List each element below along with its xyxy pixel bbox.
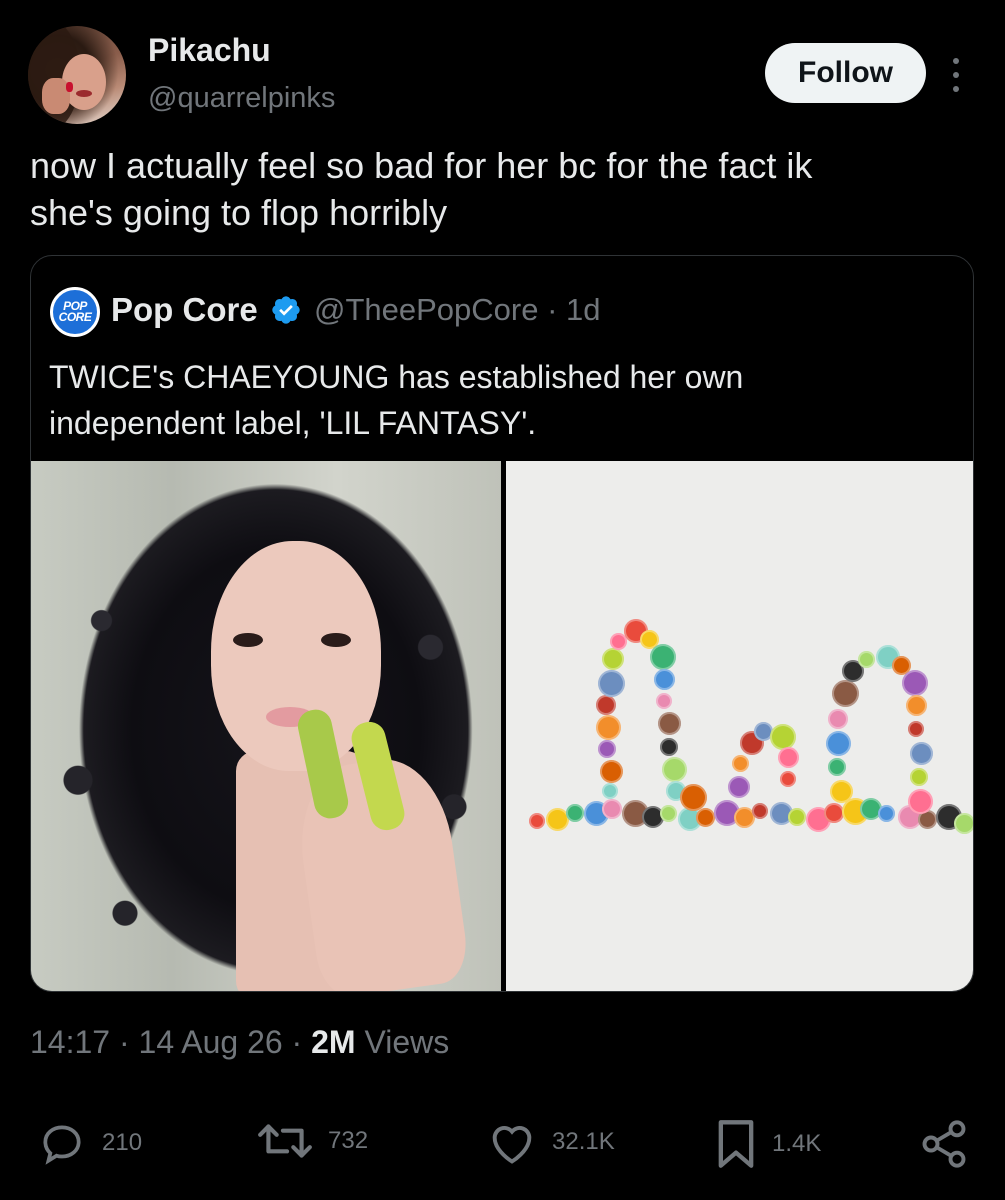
quoted-text: TWICE's CHAEYOUNG has established her ow… bbox=[49, 359, 744, 441]
bookmark-count: 1.4K bbox=[772, 1130, 822, 1157]
button-bead bbox=[660, 804, 677, 822]
button-bead bbox=[826, 730, 851, 756]
button-bead bbox=[566, 804, 584, 822]
quoted-handle-time[interactable]: @TheePopCore · 1d bbox=[314, 292, 601, 328]
follow-button[interactable]: Follow bbox=[765, 43, 926, 103]
tweet-meta: 14:17 · 14 Aug 26 · 2M Views bbox=[30, 1024, 449, 1061]
button-bead bbox=[658, 711, 681, 735]
button-bead bbox=[908, 721, 924, 737]
button-bead bbox=[732, 754, 749, 772]
button-bead bbox=[696, 807, 715, 827]
button-bead bbox=[529, 813, 545, 829]
button-bead bbox=[602, 648, 624, 670]
views-count: 2M bbox=[311, 1024, 356, 1060]
bookmark-icon bbox=[718, 1120, 754, 1168]
button-bead bbox=[832, 679, 859, 707]
button-bead bbox=[596, 714, 621, 740]
reply-icon bbox=[43, 1125, 81, 1165]
button-bead bbox=[858, 650, 875, 668]
button-bead bbox=[908, 788, 933, 814]
avatar-nail bbox=[66, 82, 73, 92]
button-bead bbox=[824, 803, 844, 823]
button-bead bbox=[654, 668, 675, 690]
tweet-time: 14:17 bbox=[30, 1024, 111, 1060]
repost-button[interactable]: 732 bbox=[256, 1118, 368, 1164]
photo-eye bbox=[321, 633, 351, 647]
button-bead bbox=[598, 740, 616, 758]
button-bead bbox=[910, 741, 933, 765]
media-image-buttons-logo[interactable] bbox=[506, 461, 973, 991]
button-bead bbox=[830, 779, 853, 803]
button-bead bbox=[788, 808, 806, 826]
quoted-display-name[interactable]: Pop Core bbox=[111, 291, 258, 329]
verified-badge-icon bbox=[272, 296, 300, 324]
button-bead bbox=[602, 783, 618, 799]
button-bead bbox=[600, 759, 623, 783]
separator: · bbox=[282, 1024, 312, 1060]
button-bead bbox=[728, 776, 750, 798]
button-bead bbox=[778, 746, 799, 768]
button-bead bbox=[680, 783, 707, 811]
button-bead bbox=[752, 803, 768, 819]
button-bead bbox=[878, 804, 895, 822]
button-bead bbox=[906, 694, 927, 716]
views-label: Views bbox=[364, 1024, 450, 1060]
like-count: 32.1K bbox=[552, 1128, 615, 1155]
dot bbox=[953, 72, 959, 78]
avatar-lips bbox=[76, 90, 92, 97]
button-bead bbox=[656, 693, 672, 709]
repost-count: 732 bbox=[328, 1127, 369, 1154]
logo-text-bottom: CORE bbox=[58, 310, 92, 324]
button-bead bbox=[828, 709, 848, 729]
button-bead bbox=[954, 812, 973, 834]
dot bbox=[953, 86, 959, 92]
tweet-date: 14 Aug 26 bbox=[138, 1024, 283, 1060]
tweet-text: now I actually feel so bad for her bc fo… bbox=[30, 145, 813, 233]
button-bead bbox=[770, 724, 796, 750]
photo-eye bbox=[233, 633, 263, 647]
reply-button[interactable]: 210 bbox=[36, 1118, 142, 1168]
button-bead bbox=[602, 799, 622, 819]
like-button[interactable]: 32.1K bbox=[486, 1118, 615, 1166]
pop-core-logo[interactable]: POP CORE bbox=[50, 287, 100, 337]
share-button[interactable] bbox=[918, 1118, 970, 1170]
reply-count: 210 bbox=[102, 1129, 143, 1156]
button-bead bbox=[598, 669, 625, 697]
button-bead bbox=[596, 695, 616, 715]
button-bead bbox=[902, 670, 928, 696]
button-bead bbox=[780, 771, 796, 787]
button-bead bbox=[662, 756, 687, 782]
user-handle[interactable]: @quarrelpinks bbox=[148, 82, 335, 115]
repost-icon bbox=[258, 1124, 312, 1158]
separator: · bbox=[110, 1024, 139, 1060]
avatar[interactable] bbox=[28, 26, 126, 124]
display-name[interactable]: Pikachu bbox=[148, 32, 271, 69]
quoted-tweet[interactable]: POP CORE Pop Core @TheePopCore · 1d TWIC… bbox=[30, 255, 974, 992]
media-image-portrait[interactable] bbox=[31, 461, 501, 991]
button-bead bbox=[910, 768, 928, 786]
button-bead bbox=[828, 758, 846, 776]
bookmark-button[interactable]: 1.4K bbox=[714, 1118, 821, 1170]
heart-icon bbox=[492, 1126, 532, 1164]
more-options-icon[interactable] bbox=[946, 58, 966, 92]
dot bbox=[953, 58, 959, 64]
button-bead bbox=[660, 738, 678, 756]
button-bead bbox=[650, 644, 676, 670]
share-icon bbox=[922, 1120, 966, 1168]
